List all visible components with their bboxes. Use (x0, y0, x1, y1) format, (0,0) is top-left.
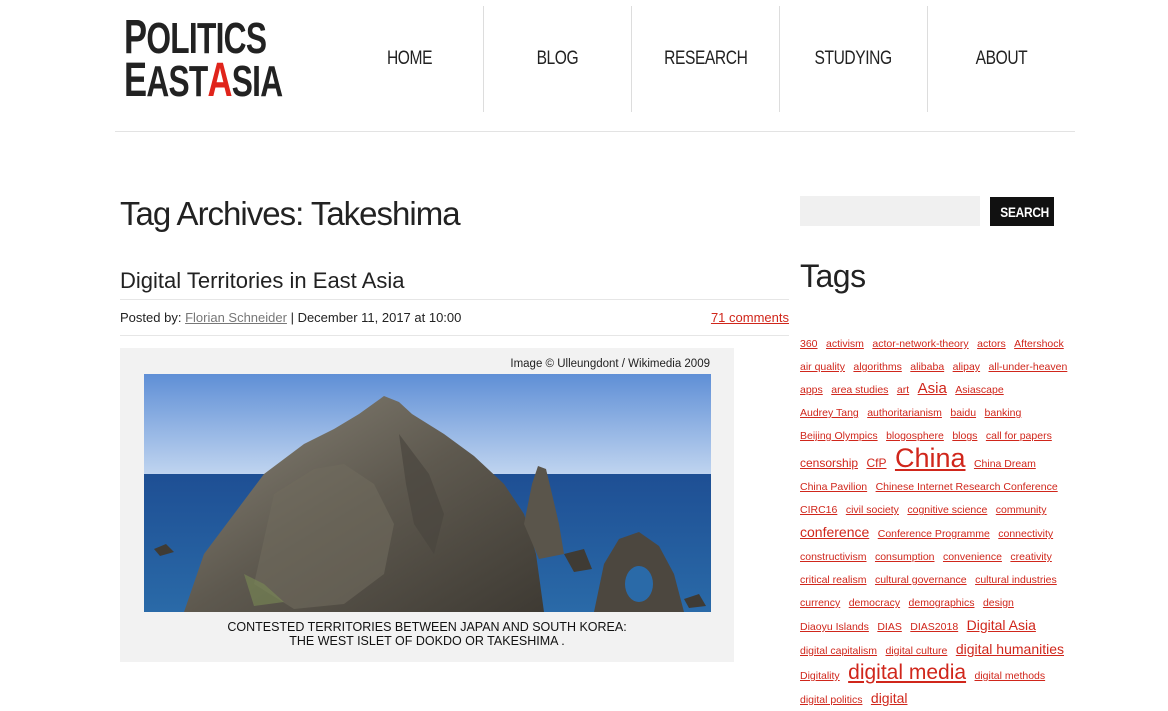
tag-link[interactable]: authoritarianism (867, 407, 942, 419)
tag-link[interactable]: CfP (866, 456, 886, 470)
caption-line-2: THE WEST ISLET OF DOKDO OR TAKESHIMA . (289, 634, 565, 648)
tag-link[interactable]: cognitive science (907, 504, 987, 516)
tag-link[interactable]: Asia (918, 380, 947, 397)
post-title-link[interactable]: Digital Territories in East Asia (120, 268, 405, 294)
tags-heading: Tags (800, 258, 866, 294)
tag-link[interactable]: DIAS2018 (910, 621, 958, 633)
figure-caption: CONTESTED TERRITORIES BETWEEN JAPAN AND … (120, 620, 734, 648)
main-nav: HOME BLOG RESEARCH STUDYING ABOUT (336, 6, 1075, 112)
tag-link[interactable]: Chinese Internet Research Conference (876, 481, 1058, 493)
author-link[interactable]: Florian Schneider (185, 310, 287, 325)
tag-link[interactable]: Beijing Olympics (800, 430, 878, 442)
tag-link[interactable]: Asiascape (955, 384, 1003, 396)
tag-link[interactable]: conference (800, 524, 869, 540)
tag-link[interactable]: convenience (943, 551, 1002, 563)
logo-line-eastasia: EASTASIA (124, 54, 283, 108)
nav-research[interactable]: RESEARCH (632, 6, 780, 112)
nav-about[interactable]: ABOUT (928, 6, 1075, 112)
image-credit: Image © Ulleungdont / Wikimedia 2009 (510, 358, 710, 370)
tag-link[interactable]: blogosphere (886, 430, 944, 442)
tag-link[interactable]: digital humanities (956, 641, 1064, 657)
tag-link[interactable]: actors (977, 338, 1006, 350)
tag-link[interactable]: creativity (1010, 551, 1051, 563)
tag-link[interactable]: CIRC16 (800, 504, 837, 516)
tag-link[interactable]: design (983, 597, 1014, 609)
tag-link[interactable]: alibaba (910, 361, 944, 373)
tag-link[interactable]: China (895, 443, 966, 473)
post-figure: Image © Ulleungdont / Wikimedia 2009 CON… (120, 348, 734, 662)
search-button[interactable]: SEARCH (990, 197, 1054, 226)
tag-cloud: 360 activism actor-network-theory actors… (800, 332, 1072, 711)
tag-link[interactable]: baidu (950, 407, 976, 419)
tag-link[interactable]: cultural industries (975, 574, 1057, 586)
tag-link[interactable]: all-under-heaven (989, 361, 1068, 373)
tag-link[interactable]: blogs (952, 430, 977, 442)
tag-link[interactable]: activism (826, 338, 864, 350)
tag-link[interactable]: art (897, 384, 909, 396)
tag-link[interactable]: 360 (800, 338, 818, 350)
tag-link[interactable]: banking (985, 407, 1022, 419)
tag-link[interactable]: digital (871, 690, 908, 706)
tag-link[interactable]: civil society (846, 504, 899, 516)
tag-link[interactable]: critical realism (800, 574, 867, 586)
nav-studying[interactable]: STUDYING (780, 6, 928, 112)
tag-link[interactable]: China Pavilion (800, 481, 867, 493)
post-meta: Posted by: Florian Schneider | December … (120, 299, 789, 336)
logo-line-politics: POLITICS (124, 11, 267, 64)
tag-link[interactable]: area studies (831, 384, 888, 396)
caption-line-1: CONTESTED TERRITORIES BETWEEN JAPAN AND … (227, 620, 627, 634)
tag-link[interactable]: currency (800, 597, 840, 609)
tag-link[interactable]: Digitality (800, 670, 840, 682)
tag-link[interactable]: Conference Programme (878, 528, 990, 540)
tag-link[interactable]: digital capitalism (800, 645, 877, 657)
tag-link[interactable]: digital methods (975, 670, 1046, 682)
nav-blog[interactable]: BLOG (484, 6, 632, 112)
page-title: Tag Archives: Takeshima (120, 195, 461, 232)
tag-link[interactable]: air quality (800, 361, 845, 373)
tag-link[interactable]: democracy (849, 597, 900, 609)
tag-link[interactable]: consumption (875, 551, 935, 563)
tag-link[interactable]: call for papers (986, 430, 1052, 442)
tag-link[interactable]: alipay (953, 361, 980, 373)
tag-link[interactable]: Digital Asia (967, 617, 1036, 633)
posted-by-label: Posted by: (120, 310, 182, 325)
tag-link[interactable]: community (996, 504, 1047, 516)
tag-link[interactable]: connectivity (998, 528, 1053, 540)
tag-link[interactable]: demographics (909, 597, 975, 609)
nav-home[interactable]: HOME (336, 6, 484, 112)
tag-link[interactable]: cultural governance (875, 574, 967, 586)
tag-link[interactable]: China Dream (974, 458, 1036, 470)
tag-link[interactable]: censorship (800, 456, 858, 470)
comments-link[interactable]: 71 comments (711, 310, 789, 325)
tag-link[interactable]: Diaoyu Islands (800, 621, 869, 633)
tag-link[interactable]: constructivism (800, 551, 867, 563)
site-logo[interactable]: POLITICS EASTASIA (124, 11, 283, 108)
post-byline: Posted by: Florian Schneider | December … (120, 310, 461, 325)
header-divider (115, 131, 1075, 132)
post-date: | December 11, 2017 at 10:00 (290, 310, 462, 325)
tag-link[interactable]: digital culture (886, 645, 948, 657)
tag-link[interactable]: digital politics (800, 694, 862, 706)
dokdo-photo[interactable] (144, 374, 711, 612)
tag-link[interactable]: Aftershock (1014, 338, 1064, 350)
tag-link[interactable]: actor-network-theory (872, 338, 968, 350)
tag-link[interactable]: algorithms (853, 361, 901, 373)
tag-link[interactable]: Audrey Tang (800, 407, 859, 419)
search-input[interactable] (800, 196, 980, 226)
tag-link[interactable]: apps (800, 384, 823, 396)
tag-link[interactable]: DIAS (877, 621, 902, 633)
